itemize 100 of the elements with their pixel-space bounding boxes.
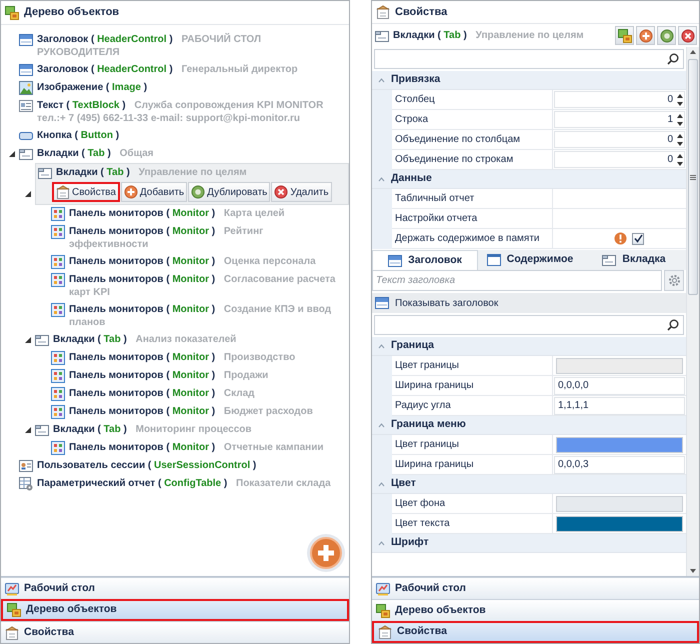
color-swatch[interactable] <box>556 358 683 374</box>
spinner-arrows-icon[interactable] <box>676 112 684 128</box>
nav-item[interactable]: Дерево объектов <box>1 599 349 621</box>
selected-node-highlight[interactable]: Вкладки ( Tab ) Управление по целям Свойства Добавить Дублировать Удалить <box>35 163 349 205</box>
search-field[interactable] <box>374 49 684 69</box>
expand-toggle-icon[interactable] <box>8 150 16 158</box>
object-label: Текст ( TextBlock ) Служба сопровождения KPI MONITOR тел.:+ 7 (495) 662-11-33 e-mail: support@kpi-monitor.ru <box>37 99 324 125</box>
color-swatch[interactable] <box>556 496 683 512</box>
spinner-arrows-icon[interactable] <box>676 152 684 168</box>
object-label: Вкладки ( Tab ) Общая <box>37 147 154 160</box>
object-label: Вкладки ( Tab ) Управление по целям <box>393 29 585 42</box>
action-button[interactable]: Добавить <box>120 182 188 202</box>
value-field[interactable]: 1,1,1,1 <box>554 396 685 414</box>
ring-icon <box>660 28 674 42</box>
property-label: Цвет текста <box>392 514 553 534</box>
section-header[interactable]: Граница меню <box>372 416 686 435</box>
expand-toggle-icon[interactable] <box>24 190 32 198</box>
search-field[interactable] <box>374 315 684 335</box>
monitor-panel-icon <box>51 351 65 365</box>
object-label: Панель мониторов ( Monitor ) Склад <box>69 387 255 400</box>
toolbar-button[interactable] <box>678 26 697 45</box>
section-header[interactable]: Цвет <box>372 475 686 494</box>
value-field[interactable]: 0,0,0,0 <box>554 376 685 394</box>
object-label: Панель мониторов ( Monitor ) Бюджет расходов <box>69 405 313 418</box>
settings-button[interactable] <box>664 270 684 291</box>
object-label: Вкладки ( Tab ) Управление по целям <box>56 166 247 179</box>
nav-item[interactable]: Свойства <box>1 621 349 643</box>
nav-item[interactable]: Свойства <box>372 621 699 643</box>
spinner-arrows-icon[interactable] <box>676 92 684 108</box>
toolbar-button[interactable] <box>615 26 634 45</box>
tree-icon <box>376 604 390 618</box>
tab-icon <box>38 166 52 180</box>
toolbar-button[interactable] <box>636 26 655 45</box>
checkbox[interactable] <box>632 232 644 244</box>
nav-item[interactable]: Рабочий стол <box>372 577 699 599</box>
monitor-panel-icon <box>51 273 65 287</box>
section-gutter <box>372 494 392 534</box>
header-icon <box>375 296 389 310</box>
color-swatch[interactable] <box>556 436 683 452</box>
tab[interactable]: Заголовок <box>372 250 478 270</box>
info-icon <box>614 232 627 245</box>
header-icon <box>19 63 33 77</box>
number-spinner[interactable]: 0 <box>554 131 685 148</box>
desktop-icon <box>376 582 390 596</box>
number-spinner[interactable]: 0 <box>554 91 685 108</box>
clipboard-icon <box>5 626 19 640</box>
action-button[interactable]: Свойства <box>52 182 120 202</box>
nav-item[interactable]: Дерево объектов <box>372 599 699 621</box>
tab-icon <box>602 253 616 267</box>
section-header[interactable]: Данные <box>372 170 686 189</box>
tab[interactable]: Содержимое <box>478 250 582 270</box>
header-icon <box>388 254 402 268</box>
property-label: Табличный отчет <box>392 189 553 209</box>
color-swatch[interactable] <box>556 516 683 532</box>
expand-toggle-icon[interactable] <box>24 426 32 434</box>
clipboard-icon <box>378 625 392 639</box>
tab-icon <box>19 147 33 161</box>
number-spinner[interactable]: 0 <box>554 151 685 168</box>
nav-item[interactable]: Рабочий стол <box>1 577 349 599</box>
tree-icon <box>618 28 632 42</box>
plus-icon <box>310 537 342 569</box>
property-label: Радиус угла <box>392 396 553 416</box>
clipboard-icon <box>376 5 390 19</box>
check-icon <box>634 234 642 243</box>
tree-icon <box>7 603 21 617</box>
section-header[interactable]: Привязка <box>372 71 686 90</box>
tab[interactable]: Вкладка <box>582 250 686 270</box>
object-label: Кнопка ( Button ) <box>37 129 120 142</box>
show-header-toggle[interactable]: Показывать заголовок <box>372 293 686 313</box>
panel-header: Дерево объектов <box>1 1 349 25</box>
add-fab-button[interactable] <box>307 534 345 572</box>
monitor-panel-icon <box>51 369 65 383</box>
value-field[interactable]: 0,0,0,3 <box>554 456 685 474</box>
action-button[interactable]: Дублировать <box>188 182 270 202</box>
scroll-thumb[interactable] <box>688 59 698 295</box>
tree-icon <box>5 6 19 20</box>
number-spinner[interactable]: 1 <box>554 111 685 128</box>
grip-icon <box>690 174 696 180</box>
search-icon <box>667 319 679 331</box>
object-label: Параметрический отчет ( ConfigTable ) Показатели склада <box>37 477 331 490</box>
object-label: Панель мониторов ( Monitor ) Оценка персонала <box>69 255 316 268</box>
collapse-chevron-icon <box>378 176 385 182</box>
expand-toggle-icon[interactable] <box>24 336 32 344</box>
section-header[interactable]: Шрифт <box>372 534 686 553</box>
plus-icon <box>638 28 652 42</box>
toolbar-button[interactable] <box>657 26 676 45</box>
object-label: Панель мониторов ( Monitor ) Карта целей <box>69 207 285 220</box>
scrollbar[interactable] <box>686 47 699 576</box>
spinner-arrows-icon[interactable] <box>676 132 684 148</box>
section-gutter <box>372 435 392 475</box>
collapse-chevron-icon <box>378 344 385 348</box>
object-label: Заголовок ( HeaderControl ) РАБОЧИЙ СТОЛ РУКОВОДИТЕЛЯ <box>37 33 262 59</box>
search-icon <box>667 53 679 65</box>
monitor-panel-icon <box>51 303 65 317</box>
section-header[interactable]: Граница <box>372 337 686 356</box>
property-label: Ширина границы <box>392 455 553 475</box>
object-label: Панель мониторов ( Monitor ) Отчетные кампании <box>69 441 324 454</box>
header-text-field[interactable]: Текст заголовка <box>372 270 662 291</box>
action-button[interactable]: Удалить <box>271 182 332 202</box>
property-label: Объединение по строкам <box>392 150 553 170</box>
